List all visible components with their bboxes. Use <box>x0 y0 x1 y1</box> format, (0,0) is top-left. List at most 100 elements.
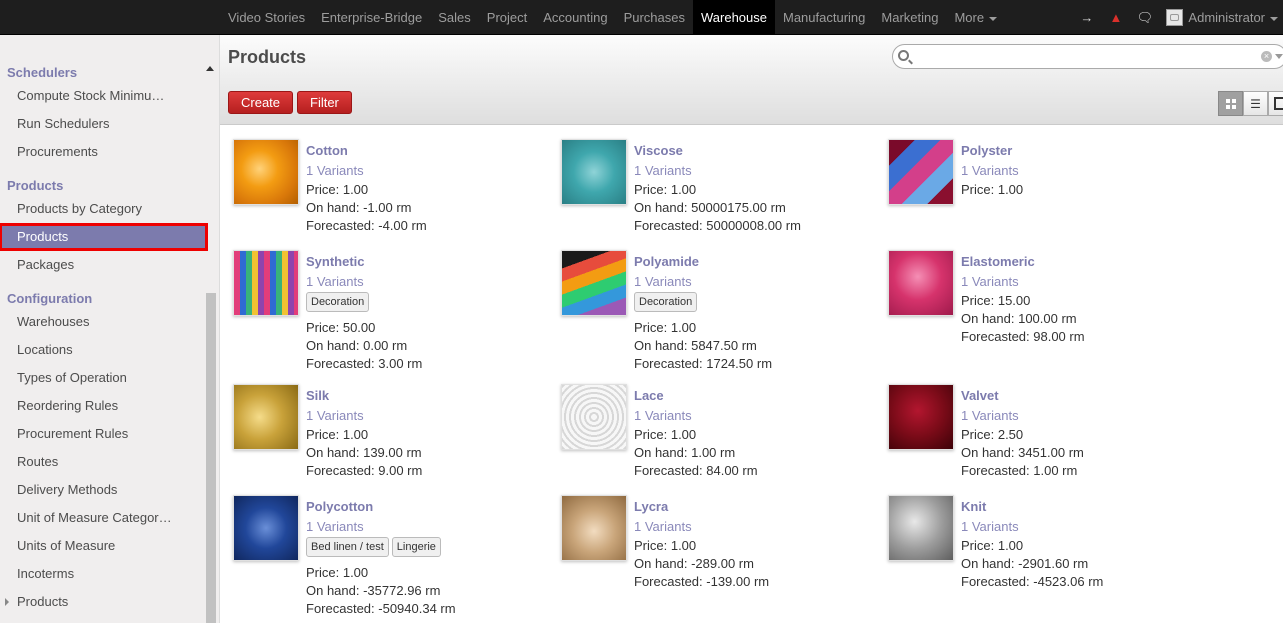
product-image[interactable] <box>233 250 299 316</box>
product-name[interactable]: Viscose <box>634 143 683 158</box>
product-card[interactable]: Polyster 1 Variants Price: 1.00 <box>888 139 1208 249</box>
sidebar-item[interactable]: Reordering Rules <box>0 393 205 419</box>
app-menu-item[interactable]: Enterprise-Bridge <box>313 0 430 35</box>
list-icon: ☰ <box>1250 96 1261 111</box>
sidebar-item[interactable]: Products <box>0 223 208 251</box>
product-variants-link[interactable]: 1 Variants <box>961 408 1019 423</box>
product-image[interactable] <box>888 495 954 561</box>
app-menu: Video Stories Enterprise-Bridge Sales Proje… <box>220 0 1005 35</box>
product-card[interactable]: Cotton 1 Variants Price: 1.00 On hand: -1.0… <box>233 139 553 249</box>
product-image[interactable] <box>233 139 299 205</box>
product-variants-link[interactable]: 1 Variants <box>961 163 1019 178</box>
product-variants-link[interactable]: 1 Variants <box>961 519 1019 534</box>
product-variants-link[interactable]: 1 Variants <box>634 408 692 423</box>
product-image[interactable] <box>233 495 299 561</box>
product-card[interactable]: Elastomeric 1 Variants Price: 15.00 On hand… <box>888 250 1208 360</box>
sidebar-item[interactable]: Units of Measure <box>0 533 205 559</box>
product-variants-link[interactable]: 1 Variants <box>306 163 364 178</box>
product-variants-link[interactable]: 1 Variants <box>306 519 364 534</box>
warning-icon[interactable]: ▲ <box>1101 10 1130 25</box>
form-view-button[interactable] <box>1268 91 1283 116</box>
product-card[interactable]: Synthetic 1 Variants Decoration Price: 50.0… <box>233 250 553 371</box>
product-name[interactable]: Lycra <box>634 499 668 514</box>
product-price: Price: 1.00 <box>306 427 369 442</box>
product-image[interactable] <box>561 139 627 205</box>
sidebar-item[interactable]: Products <box>0 589 205 615</box>
product-image[interactable] <box>561 250 627 316</box>
scroll-up-icon[interactable] <box>206 66 214 71</box>
product-image[interactable] <box>888 384 954 450</box>
product-name[interactable]: Polyster <box>961 143 1012 158</box>
app-menu-item[interactable]: Manufacturing <box>775 0 873 35</box>
sidebar-item[interactable]: Compute Stock Minimu… <box>0 83 205 109</box>
product-name[interactable]: Lace <box>634 388 664 403</box>
product-image[interactable] <box>888 139 954 205</box>
clear-icon[interactable]: × <box>1261 51 1272 62</box>
sidebar-item[interactable]: Procurement Rules <box>0 421 205 447</box>
sign-in-icon[interactable]: →︎ <box>1072 10 1101 25</box>
app-menu-item[interactable]: Marketing <box>873 0 946 35</box>
sidebar-item[interactable]: Warehouses <box>0 309 205 335</box>
sidebar-item[interactable]: Types of Operation <box>0 365 205 391</box>
filter-button[interactable]: Filter <box>297 91 352 114</box>
product-variants-link[interactable]: 1 Variants <box>961 274 1019 289</box>
product-card[interactable]: Polycotton 1 Variants Bed linen / test Ling… <box>233 495 553 616</box>
sidebar-item[interactable]: Routes <box>0 449 205 475</box>
sidebar-item[interactable]: Run Schedulers <box>0 111 205 137</box>
product-forecast: Forecasted: 98.00 rm <box>961 329 1085 344</box>
user-menu[interactable]: Administrator <box>1183 10 1283 25</box>
product-card[interactable]: Silk 1 Variants Price: 1.00 On hand: 139.00… <box>233 384 553 494</box>
product-name[interactable]: Cotton <box>306 143 348 158</box>
product-name[interactable]: Elastomeric <box>961 254 1035 269</box>
product-name[interactable]: Silk <box>306 388 329 403</box>
product-card[interactable]: Knit 1 Variants Price: 1.00 On hand: -2901.… <box>888 495 1208 605</box>
app-menu-item[interactable]: Accounting <box>535 0 615 35</box>
search-input[interactable]: × <box>892 44 1283 69</box>
more-menu[interactable]: More <box>946 0 1005 35</box>
product-image[interactable] <box>888 250 954 316</box>
app-menu-item[interactable]: Sales <box>430 0 479 35</box>
product-variants-link[interactable]: 1 Variants <box>634 519 692 534</box>
product-variants-link[interactable]: 1 Variants <box>634 163 692 178</box>
sidebar-item[interactable]: Products by Category <box>0 196 205 222</box>
product-variants-link[interactable]: 1 Variants <box>306 408 364 423</box>
product-card[interactable]: Lycra 1 Variants Price: 1.00 On hand: -289.… <box>561 495 881 605</box>
product-image[interactable] <box>561 495 627 561</box>
product-card[interactable]: Viscose 1 Variants Price: 1.00 On hand: 500… <box>561 139 881 249</box>
grid-icon <box>1225 98 1236 109</box>
sidebar-item[interactable]: Incoterms <box>0 561 205 587</box>
product-name[interactable]: Synthetic <box>306 254 365 269</box>
sidebar-item[interactable]: Delivery Methods <box>0 477 205 503</box>
expand-arrow-icon[interactable] <box>5 598 9 606</box>
product-variants-link[interactable]: 1 Variants <box>306 274 364 289</box>
kanban-view-button[interactable] <box>1218 91 1243 116</box>
product-onhand: On hand: -2901.60 rm <box>961 556 1089 571</box>
avatar[interactable] <box>1166 9 1184 26</box>
list-view-button[interactable]: ☰ <box>1243 91 1268 116</box>
product-name[interactable]: Polyamide <box>634 254 699 269</box>
chat-icon[interactable]: 🗨︎ <box>1130 10 1159 26</box>
sidebar-item[interactable]: Locations <box>0 337 205 363</box>
product-card[interactable]: Lace 1 Variants Price: 1.00 On hand: 1.00 r… <box>561 384 881 494</box>
sidebar-item[interactable]: Packages <box>0 252 205 278</box>
product-tags: Decoration <box>306 292 370 312</box>
product-name[interactable]: Polycotton <box>306 499 373 514</box>
product-variants-link[interactable]: 1 Variants <box>634 274 692 289</box>
app-menu-item[interactable]: Project <box>479 0 535 35</box>
search-options-icon[interactable] <box>1275 54 1283 59</box>
app-menu-item[interactable]: Video Stories <box>220 0 313 35</box>
app-menu-item[interactable]: Purchases <box>616 0 693 35</box>
create-button[interactable]: Create <box>228 91 294 114</box>
product-image[interactable] <box>233 384 299 450</box>
product-image[interactable] <box>561 384 627 450</box>
sidebar-item[interactable]: Unit of Measure Categor… <box>0 505 205 531</box>
product-card[interactable]: Valvet 1 Variants Price: 2.50 On hand: 3451… <box>888 384 1208 494</box>
product-name[interactable]: Knit <box>961 499 986 514</box>
app-menu-item[interactable]: Warehouse <box>693 0 775 35</box>
sidebar-item[interactable]: Procurements <box>0 139 205 165</box>
product-details: Price: 1.00 <box>961 181 1023 199</box>
product-card[interactable]: Polyamide 1 Variants Decoration Price: 1.00… <box>561 250 881 371</box>
product-name[interactable]: Valvet <box>961 388 999 403</box>
product-onhand: On hand: -1.00 rm <box>306 200 412 215</box>
sidebar-scrollbar[interactable] <box>206 293 216 623</box>
